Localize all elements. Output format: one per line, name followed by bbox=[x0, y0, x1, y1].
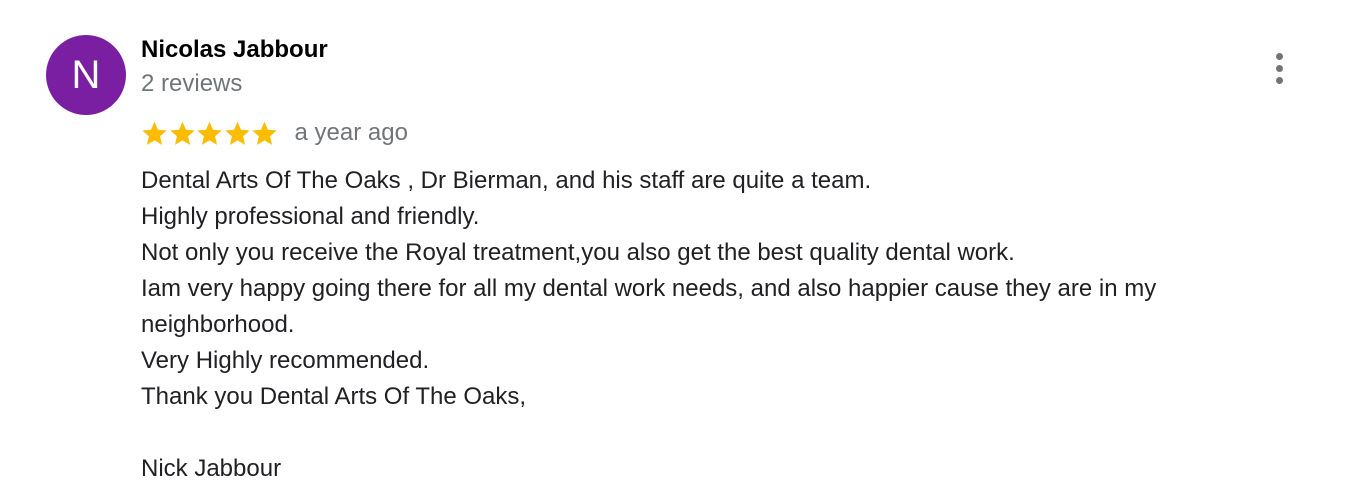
star-icon bbox=[224, 120, 251, 146]
review-text-line: Highly professional and friendly. bbox=[141, 203, 480, 230]
review-text-line: Dental Arts Of The Oaks , Dr Bierman, an… bbox=[141, 167, 872, 194]
star-icon bbox=[169, 120, 196, 146]
rating-row: a year ago bbox=[141, 117, 408, 149]
review-text-line: Very Highly recommended. bbox=[141, 347, 430, 374]
review-time: a year ago bbox=[294, 119, 408, 146]
review-text-line: Thank you Dental Arts Of The Oaks, bbox=[141, 383, 527, 410]
star-icon bbox=[196, 120, 223, 146]
review-text-line bbox=[141, 415, 1281, 451]
avatar[interactable]: N bbox=[46, 35, 126, 115]
reviewer-name[interactable]: Nicolas Jabbour bbox=[141, 34, 328, 66]
more-dot bbox=[1276, 53, 1283, 60]
more-vert-icon[interactable] bbox=[1266, 50, 1294, 86]
review-text-line: Iam very happy going there for all my de… bbox=[141, 275, 1157, 338]
star-icon bbox=[141, 120, 168, 146]
star-rating bbox=[141, 118, 279, 148]
more-dot bbox=[1276, 65, 1283, 72]
star-icon bbox=[251, 120, 278, 146]
review-card: N Nicolas Jabbour 2 reviews a year ago D… bbox=[0, 0, 1370, 498]
review-text: Dental Arts Of The Oaks , Dr Bierman, an… bbox=[141, 163, 1281, 487]
review-count: 2 reviews bbox=[141, 70, 243, 97]
review-text-line: Not only you receive the Royal treatment… bbox=[141, 239, 1015, 266]
review-text-line: Nick Jabbour bbox=[141, 455, 282, 482]
more-dot bbox=[1276, 77, 1283, 84]
